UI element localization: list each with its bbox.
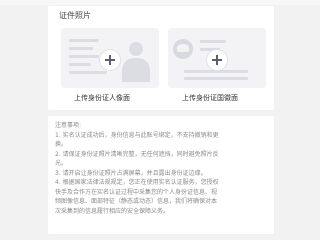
add-front-photo-button[interactable] [100, 50, 120, 70]
note-line: 1. 实名认证成功后，身份信息与此账号绑定，不支持撤销和更 [55, 131, 219, 139]
notes-title: 注意事项: [55, 122, 82, 129]
note-line: 频图像信息、面部特征（静态或动态）信息，我们将确保对本 [55, 198, 218, 205]
upload-id-front-slot[interactable] [61, 28, 159, 88]
add-back-photo-button[interactable] [207, 50, 227, 70]
upload-id-back-slot[interactable] [168, 28, 266, 88]
id-photo-card: 证件照片 上传身份证人像面 上传身份证国徽面 [48, 6, 274, 110]
note-line: 4. 根据国家法律法规规定，您正在使用实名认证服务，您授权 [55, 179, 219, 186]
top-strip [0, 0, 320, 5]
note-line: 3. 请开启让身份证照片占满屏幕，并且露出身份证边缘。 [55, 169, 207, 177]
section-title: 证件照片 [59, 11, 91, 20]
note-line: 快手及合作方在实名认证过程中采集您的个人身份证信息、视 [55, 188, 218, 196]
upload-front-label: 上传身份证人像面 [74, 94, 130, 102]
note-line: 光。 [55, 160, 68, 167]
notes-content: 注意事项: 1. 实名认证成功后，身份信息与此账号绑定，不支持撤销和更 换。 2… [55, 121, 270, 216]
note-line: 次采集到的信息履行相应的安全保障义务。 [55, 207, 170, 215]
note-line: 2. 请保证身份证照片清晰完整，无任何遮挡，同时避免照片反 [55, 150, 219, 158]
upload-back-label: 上传身份证国徽面 [182, 94, 238, 102]
notes-card: 注意事项: 1. 实名认证成功后，身份信息与此账号绑定，不支持撤销和更 换。 2… [48, 116, 274, 234]
note-line: 换。 [55, 141, 68, 148]
